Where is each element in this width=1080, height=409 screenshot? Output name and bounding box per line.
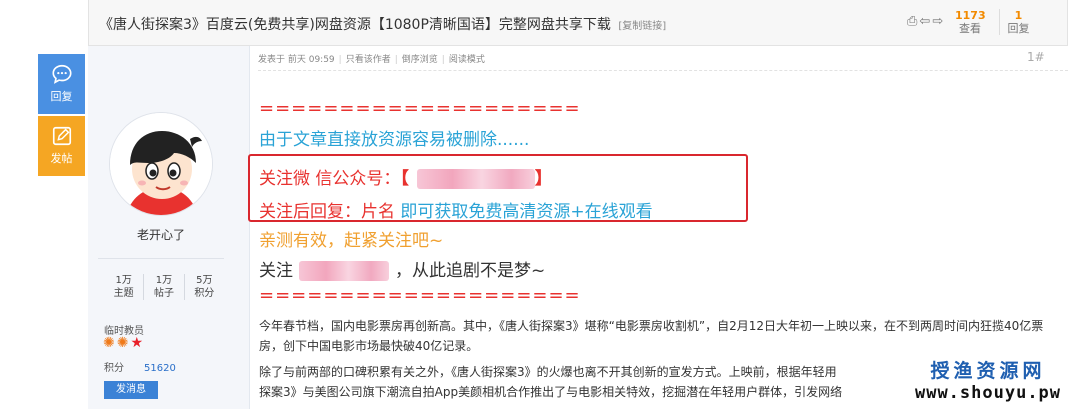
cartoon-avatar-icon: [110, 113, 212, 215]
notice-text: 由于文章直接放资源容易被删除......: [259, 130, 530, 150]
views-stat: 1173 查看: [955, 9, 986, 35]
stat-value: 1万: [115, 275, 132, 286]
highlight-box: [248, 154, 748, 222]
replies-count: 1: [1014, 9, 1023, 22]
watermark-name: 授渔资源网: [930, 360, 1046, 382]
crab-badge-icon: ✺: [103, 335, 117, 351]
replies-stat: 1 回复: [999, 9, 1033, 35]
divider: [98, 258, 224, 259]
user-stats: 1万 主题 1万 帖子 5万 积分: [104, 274, 224, 300]
site-watermark: 授渔资源网 www.shouyu.pw: [896, 354, 1080, 409]
edit-icon: [52, 126, 71, 146]
views-count: 1173: [955, 9, 986, 22]
stat-label: 主题: [113, 288, 134, 299]
stat-points[interactable]: 5万 积分: [185, 274, 224, 300]
meta-divider: [258, 70, 1068, 71]
star-badge-icon: ★: [130, 335, 146, 351]
drama-line: 关注 ，从此追剧不是梦~: [259, 256, 545, 281]
drama-prefix: 关注: [259, 261, 293, 281]
author-only-link[interactable]: 只看该作者: [346, 55, 391, 65]
views-label: 查看: [959, 22, 981, 35]
watermark-url: www.shouyu.pw: [914, 383, 1062, 403]
reverse-order-link[interactable]: 倒序浏览: [402, 55, 438, 65]
header-tools: ⎙⇦⇨: [907, 14, 945, 29]
post-meta: 发表于 前天 09:59 | 只看该作者 | 倒序浏览 | 阅读模式: [258, 55, 485, 65]
stat-label: 帖子: [153, 288, 174, 299]
drama-suffix: ，从此追剧不是梦~: [395, 261, 546, 281]
side-reply-label: 回复: [50, 90, 73, 103]
side-post-label: 发帖: [50, 152, 73, 165]
floor-number[interactable]: 1#: [1027, 50, 1045, 64]
thread-title-text: 《唐人街探案3》百度云(免费共享)网盘资源【1080P清晰国语】完整网盘共享下载: [99, 17, 611, 33]
replies-label: 回复: [1007, 22, 1030, 35]
chat-bubble-icon: [51, 64, 72, 84]
stat-topics[interactable]: 1万 主题: [104, 274, 145, 300]
medal-badges: ✺✺★: [103, 335, 145, 351]
prev-thread-icon[interactable]: ⇦: [919, 14, 932, 29]
user-panel: 老开心了 1万 主题 1万 帖子 5万 积分 临时教员 ✺✺★ 积分 51620 …: [88, 46, 250, 409]
equals-divider: ====================: [259, 285, 581, 306]
side-post-button[interactable]: 发帖: [38, 116, 85, 176]
thread-title: 《唐人街探案3》百度云(免费共享)网盘资源【1080P清晰国语】完整网盘共享下载…: [99, 14, 666, 34]
avatar[interactable]: [109, 112, 213, 216]
side-reply-button[interactable]: 回复: [38, 54, 85, 114]
thread-header: 《唐人街探案3》百度云(免费共享)网盘资源【1080P清晰国语】完整网盘共享下载…: [88, 0, 1068, 46]
print-icon[interactable]: ⎙: [907, 14, 919, 29]
points-value: 51620: [144, 363, 176, 374]
send-message-button[interactable]: 发消息: [104, 381, 158, 399]
paragraph: 今年春节档，国内电影票房再创新高。其中，《唐人街探案3》堪称“电影票房收割机”，…: [259, 319, 1044, 353]
stat-posts[interactable]: 1万 帖子: [144, 274, 185, 300]
stat-value: 5万: [196, 275, 213, 286]
points-row: 积分 51620: [104, 359, 176, 374]
crab-badge-icon: ✺: [116, 335, 131, 351]
equals-divider: ====================: [259, 98, 581, 119]
blurred-account-name: [299, 261, 389, 281]
copy-link[interactable]: [复制链接]: [618, 21, 666, 32]
stat-value: 1万: [155, 275, 173, 286]
username[interactable]: 老开心了: [88, 226, 234, 243]
next-thread-icon[interactable]: ⇨: [932, 14, 945, 29]
points-label: 积分: [104, 363, 124, 374]
post-time: 发表于 前天 09:59: [258, 55, 335, 65]
tested-text: 亲测有效，赶紧关注吧~: [259, 231, 444, 251]
read-mode-link[interactable]: 阅读模式: [449, 55, 485, 65]
stat-label: 积分: [194, 288, 215, 299]
